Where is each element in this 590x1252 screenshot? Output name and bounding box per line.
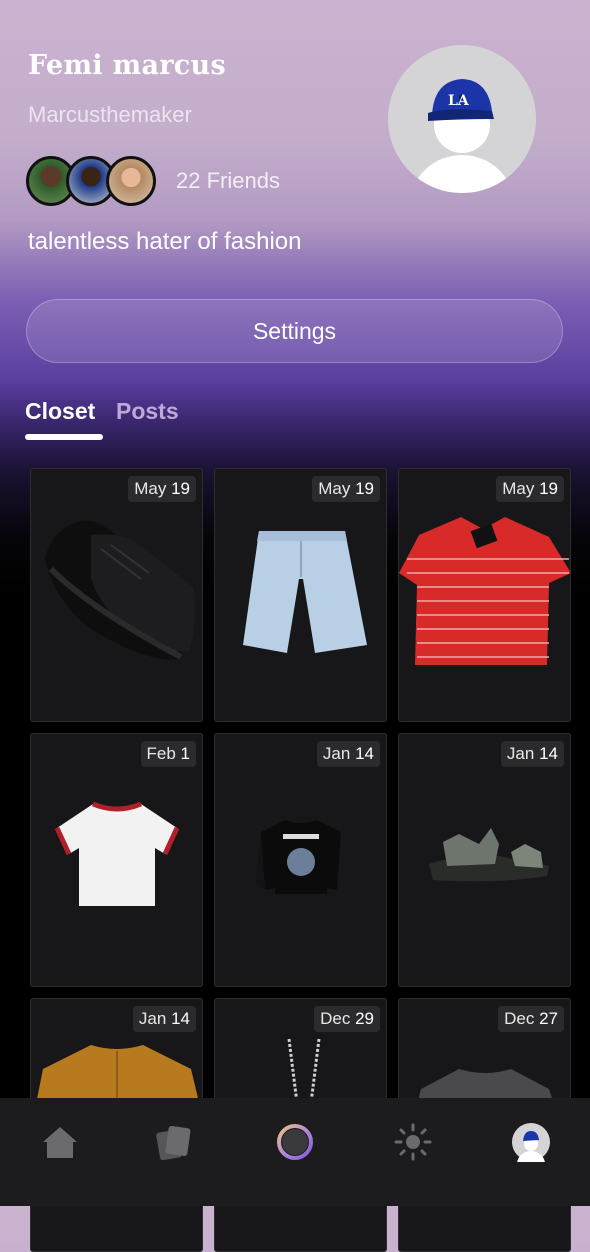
closet-item-card[interactable]: May 19 <box>398 468 571 722</box>
nav-sun[interactable] <box>393 1122 433 1162</box>
settings-button[interactable]: Settings <box>26 299 563 363</box>
closet-item-card[interactable]: Feb 1 <box>30 733 203 987</box>
item-date-badge: Jan 14 <box>500 741 564 767</box>
friends-row[interactable]: 22 Friends <box>26 156 280 206</box>
item-date-badge: Feb 1 <box>140 741 196 767</box>
item-date-badge: May 19 <box>496 476 564 502</box>
profile-avatar-icon <box>512 1123 550 1177</box>
home-icon <box>43 1127 77 1158</box>
profile-handle: Marcusthemaker <box>28 102 192 127</box>
nav-profile[interactable] <box>511 1122 551 1177</box>
item-date-badge: May 19 <box>128 476 196 502</box>
friend-avatar <box>106 156 156 206</box>
avatar-icon: LA <box>388 45 536 193</box>
nav-home[interactable] <box>40 1122 80 1162</box>
tab-closet[interactable]: Closet <box>25 398 95 425</box>
svg-text:LA: LA <box>448 93 470 109</box>
tab-posts[interactable]: Posts <box>116 398 179 425</box>
item-date-badge: Dec 27 <box>498 1006 564 1032</box>
item-date-badge: Jan 14 <box>316 741 380 767</box>
profile-bio: talentless hater of fashion <box>28 228 302 255</box>
closet-item-card[interactable]: May 19 <box>30 468 203 722</box>
profile-avatar[interactable]: LA <box>388 45 536 193</box>
closet-item-card[interactable]: May 19 <box>214 468 387 722</box>
bottom-nav <box>0 1098 590 1206</box>
denim-shorts-icon <box>243 531 367 653</box>
ring-icon <box>277 1124 313 1160</box>
closet-item-card[interactable]: Jan 14 <box>398 733 571 987</box>
nav-cards[interactable] <box>154 1122 194 1162</box>
sandals-icon <box>429 828 549 882</box>
cards-icon <box>156 1125 191 1161</box>
item-date-badge: May 19 <box>312 476 380 502</box>
sun-icon <box>394 1123 432 1161</box>
tab-active-indicator <box>25 434 103 440</box>
friends-number: 22 <box>176 168 201 193</box>
item-date-badge: Jan 14 <box>132 1006 196 1032</box>
item-date-badge: Dec 29 <box>314 1006 380 1032</box>
friends-count: 22 Friends <box>176 168 280 194</box>
friends-label: Friends <box>206 168 280 193</box>
closet-item-card[interactable]: Jan 14 <box>214 733 387 987</box>
profile-name: Femi marcus <box>28 50 226 81</box>
sweatshirt-icon <box>255 820 341 894</box>
nav-ring[interactable] <box>275 1122 315 1162</box>
white-tee-icon <box>54 801 180 906</box>
red-polo-icon <box>399 517 570 665</box>
sneakers-icon <box>45 520 196 660</box>
